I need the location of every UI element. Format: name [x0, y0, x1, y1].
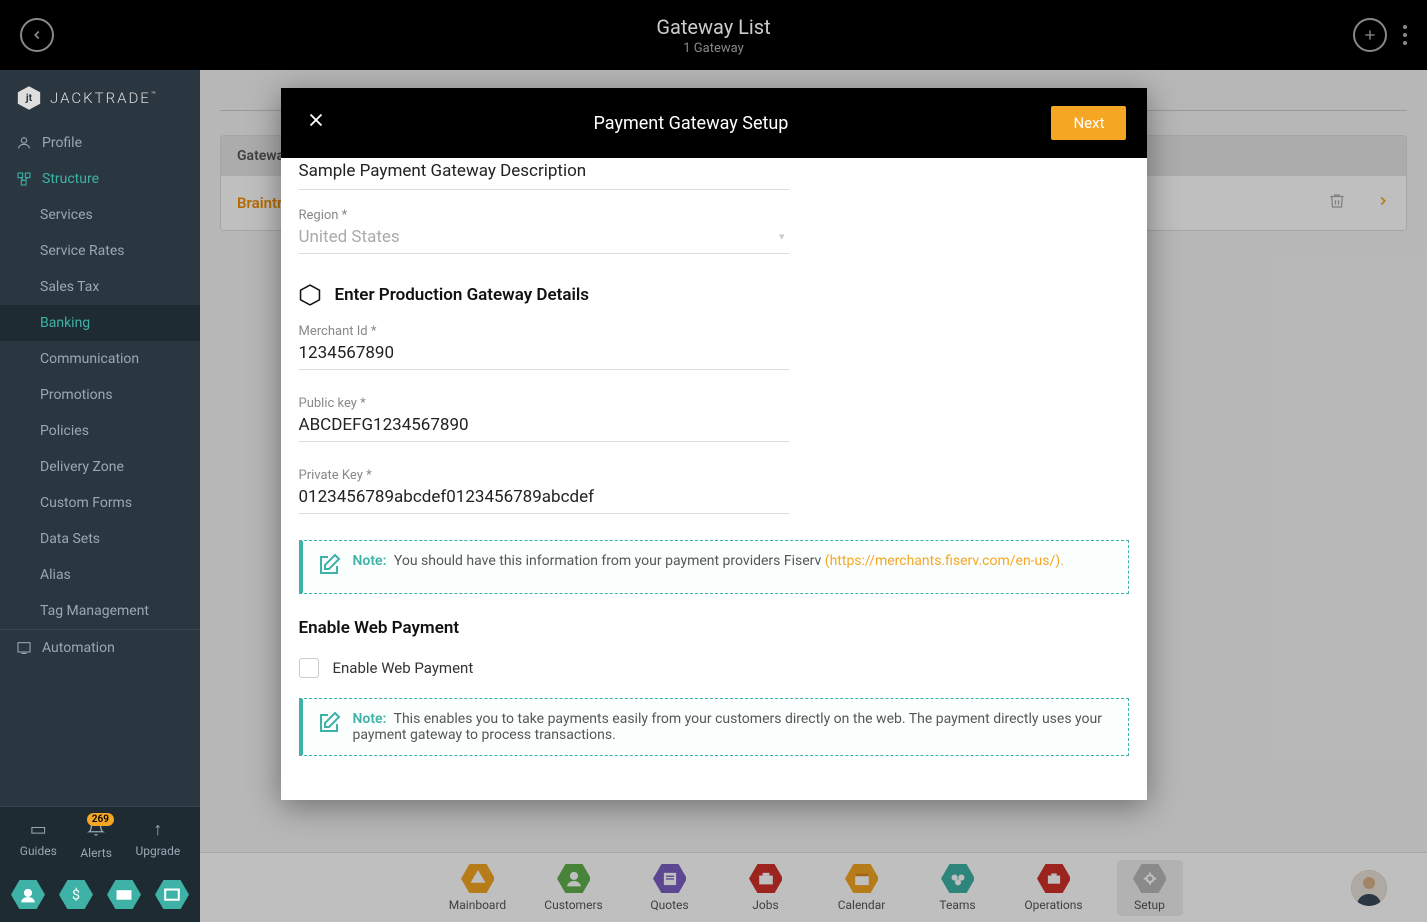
quick-hex-3[interactable] — [107, 880, 141, 910]
edit-icon — [317, 553, 341, 581]
sidebar-item-automation[interactable]: Automation — [0, 629, 200, 666]
page-subtitle: 1 Gateway — [656, 41, 770, 56]
public-key-label: Public key * — [299, 396, 789, 411]
page-title: Gateway List — [656, 15, 770, 39]
sidebar-item-label: Profile — [42, 135, 82, 151]
payment-gateway-modal: Payment Gateway Setup Next Sample Paymen… — [281, 88, 1147, 800]
gateway-section-title: Enter Production Gateway Details — [335, 285, 590, 305]
private-key-value: 0123456789abcdef0123456789abcdef — [299, 487, 789, 507]
note-label: Note: — [353, 711, 387, 727]
sidebar-item-structure[interactable]: Structure — [0, 161, 200, 197]
public-key-value: ABCDEFG1234567890 — [299, 415, 789, 435]
brand-name: JACKTRADE — [50, 89, 151, 107]
region-field[interactable]: Region * United States — [299, 208, 789, 254]
edit-icon — [317, 711, 341, 739]
note-link[interactable]: (https://merchants.fiserv.com/en-us/). — [825, 553, 1064, 569]
region-label: Region * — [299, 208, 789, 223]
enable-web-payment-row[interactable]: Enable Web Payment — [299, 658, 1129, 678]
structure-icon — [16, 171, 32, 187]
brand-logo[interactable]: jt JACKTRADE™ — [0, 70, 200, 125]
svg-text:jt: jt — [25, 91, 33, 104]
merchant-id-value: 1234567890 — [299, 343, 789, 363]
more-menu-button[interactable] — [1403, 25, 1407, 45]
sidebar-item-delivery-zone[interactable]: Delivery Zone — [0, 449, 200, 485]
modal-body[interactable]: Sample Payment Gateway Description Regio… — [281, 158, 1147, 800]
guides-icon: ▭ — [20, 819, 57, 840]
note-text: You should have this information from yo… — [394, 553, 825, 569]
page-header: Gateway List 1 Gateway — [0, 0, 1427, 70]
region-value: United States — [299, 227, 789, 247]
sidebar-item-custom-forms[interactable]: Custom Forms — [0, 485, 200, 521]
sidebar-item-policies[interactable]: Policies — [0, 413, 200, 449]
sidebar-item-sales-tax[interactable]: Sales Tax — [0, 269, 200, 305]
sidebar-item-promotions[interactable]: Promotions — [0, 377, 200, 413]
automation-icon — [16, 640, 32, 656]
brand-tm: ™ — [151, 90, 158, 99]
description-value[interactable]: Sample Payment Gateway Description — [299, 158, 789, 190]
sidebar-item-label: Structure — [42, 171, 99, 187]
svg-text:$: $ — [72, 887, 80, 904]
enable-web-payment-checkbox[interactable] — [299, 658, 319, 678]
next-button[interactable]: Next — [1051, 106, 1126, 140]
sidebar-item-services[interactable]: Services — [0, 197, 200, 233]
quick-hex-2[interactable]: $ — [59, 880, 93, 910]
note-label: Note: — [353, 553, 387, 569]
hexagon-icon — [299, 284, 321, 306]
quick-hex-1[interactable] — [11, 880, 45, 910]
enable-web-payment-label: Enable Web Payment — [333, 659, 474, 677]
quick-hex-4[interactable] — [155, 880, 189, 910]
sidebar-item-service-rates[interactable]: Service Rates — [0, 233, 200, 269]
sidebar: jt JACKTRADE™ Profile Structure Services… — [0, 70, 200, 922]
sidebar-item-banking[interactable]: Banking — [0, 305, 200, 341]
back-button[interactable] — [20, 18, 54, 52]
modal-header: Payment Gateway Setup Next — [281, 88, 1147, 158]
user-icon — [16, 135, 32, 151]
alerts-badge: 269 — [87, 813, 114, 826]
note-web-payment: Note: This enables you to take payments … — [299, 698, 1129, 756]
guides-button[interactable]: ▭ Guides — [20, 819, 57, 860]
public-key-field[interactable]: Public key * ABCDEFG1234567890 — [299, 396, 789, 442]
private-key-label: Private Key * — [299, 468, 789, 483]
close-button[interactable] — [301, 108, 331, 138]
alerts-button[interactable]: 269 Alerts — [80, 819, 112, 860]
arrow-up-icon: ↑ — [135, 819, 180, 840]
sidebar-item-label: Automation — [42, 640, 115, 656]
add-button[interactable] — [1353, 18, 1387, 52]
sidebar-item-data-sets[interactable]: Data Sets — [0, 521, 200, 557]
logo-icon: jt — [16, 85, 42, 111]
modal-title: Payment Gateway Setup — [594, 113, 789, 134]
sidebar-item-profile[interactable]: Profile — [0, 125, 200, 161]
enable-web-payment-title: Enable Web Payment — [299, 618, 1129, 638]
sidebar-item-alias[interactable]: Alias — [0, 557, 200, 593]
sidebar-item-tag-management[interactable]: Tag Management — [0, 593, 200, 629]
note-text: This enables you to take payments easily… — [353, 711, 1102, 743]
sidebar-item-communication[interactable]: Communication — [0, 341, 200, 377]
merchant-id-field[interactable]: Merchant Id * 1234567890 — [299, 324, 789, 370]
note-fiserv: Note: You should have this information f… — [299, 540, 1129, 594]
merchant-id-label: Merchant Id * — [299, 324, 789, 339]
upgrade-button[interactable]: ↑ Upgrade — [135, 819, 180, 860]
private-key-field[interactable]: Private Key * 0123456789abcdef0123456789… — [299, 468, 789, 514]
